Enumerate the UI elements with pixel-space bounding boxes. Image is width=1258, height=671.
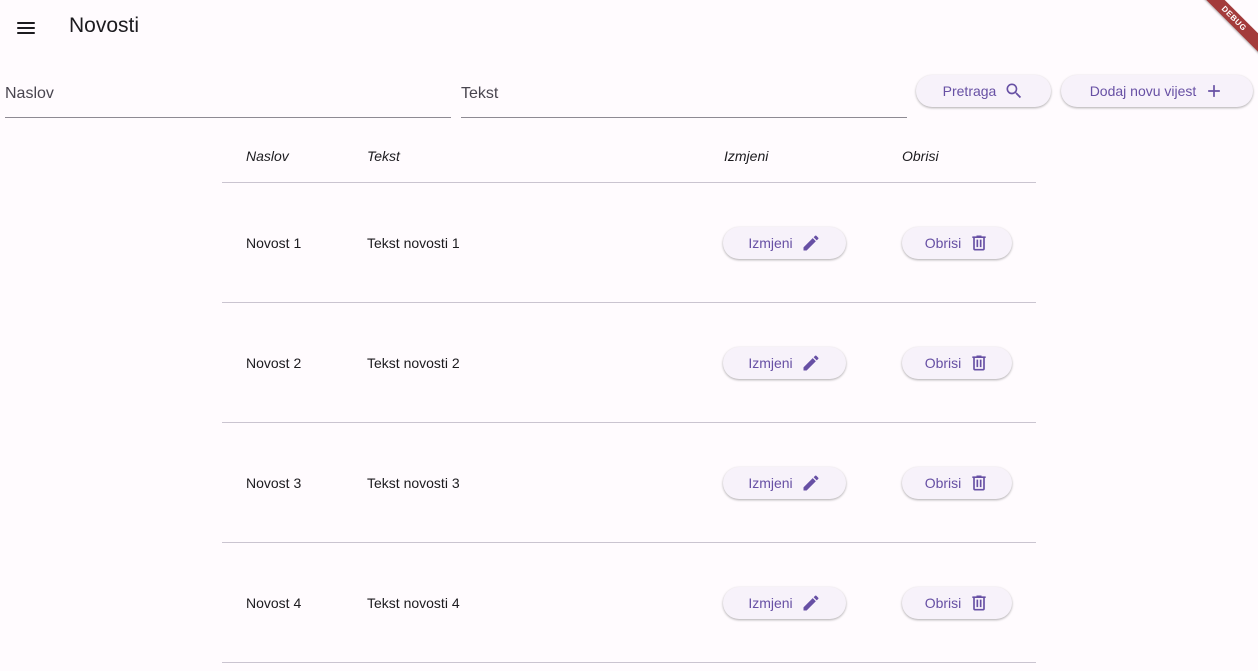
app-root: Novosti DEBUG Pretraga Dodaj novu vijest… bbox=[0, 0, 1258, 671]
add-news-button-label: Dodaj novu vijest bbox=[1089, 83, 1197, 99]
pencil-icon bbox=[803, 235, 819, 251]
delete-button-label: Obrisi bbox=[924, 355, 962, 371]
table-row: Novost 4 Tekst novosti 4 Izmjeni Obrisi bbox=[222, 543, 1036, 663]
add-news-button[interactable]: Dodaj novu vijest bbox=[1061, 75, 1253, 107]
search-button[interactable]: Pretraga bbox=[916, 75, 1051, 107]
edit-button[interactable]: Izmjeni bbox=[723, 587, 846, 619]
naslov-field[interactable] bbox=[5, 64, 451, 118]
delete-button-label: Obrisi bbox=[924, 475, 962, 491]
row-tekst: Tekst novosti 4 bbox=[367, 595, 460, 611]
delete-button[interactable]: Obrisi bbox=[902, 587, 1012, 619]
edit-button-label: Izmjeni bbox=[748, 235, 793, 251]
edit-button[interactable]: Izmjeni bbox=[723, 467, 846, 499]
header-obrisi: Obrisi bbox=[902, 148, 939, 164]
header-izmjeni: Izmjeni bbox=[724, 148, 769, 164]
tekst-input[interactable] bbox=[461, 64, 907, 117]
edit-button[interactable]: Izmjeni bbox=[723, 347, 846, 379]
naslov-input[interactable] bbox=[5, 64, 451, 117]
delete-button[interactable]: Obrisi bbox=[902, 227, 1012, 259]
row-naslov: Novost 3 bbox=[246, 475, 302, 491]
app-bar: Novosti bbox=[0, 0, 1258, 56]
delete-button-label: Obrisi bbox=[924, 235, 962, 251]
search-icon bbox=[1006, 83, 1022, 99]
table-header: Naslov Tekst Izmjeni Obrisi bbox=[222, 130, 1036, 183]
pencil-icon bbox=[803, 475, 819, 491]
header-tekst: Tekst bbox=[367, 148, 400, 164]
row-naslov: Novost 2 bbox=[246, 355, 302, 371]
delete-button[interactable]: Obrisi bbox=[902, 467, 1012, 499]
plus-icon bbox=[1208, 85, 1221, 97]
pencil-icon bbox=[803, 355, 819, 371]
page-title: Novosti bbox=[69, 14, 140, 37]
row-tekst: Tekst novosti 2 bbox=[367, 355, 460, 371]
header-naslov: Naslov bbox=[246, 148, 289, 164]
table-row: Novost 2 Tekst novosti 2 Izmjeni Obrisi bbox=[222, 303, 1036, 423]
news-table: Naslov Tekst Izmjeni Obrisi Novost 1 Tek… bbox=[222, 130, 1036, 663]
tekst-field[interactable] bbox=[461, 64, 907, 118]
edit-button-label: Izmjeni bbox=[748, 595, 793, 611]
row-naslov: Novost 1 bbox=[246, 235, 302, 251]
edit-button-label: Izmjeni bbox=[748, 355, 793, 371]
pencil-icon bbox=[803, 595, 819, 611]
table-row: Novost 3 Tekst novosti 3 Izmjeni Obrisi bbox=[222, 423, 1036, 543]
table-row: Novost 1 Tekst novosti 1 Izmjeni Obrisi bbox=[222, 183, 1036, 303]
delete-button[interactable]: Obrisi bbox=[902, 347, 1012, 379]
menu-icon bbox=[17, 22, 35, 34]
edit-button-label: Izmjeni bbox=[748, 475, 793, 491]
row-tekst: Tekst novosti 3 bbox=[367, 475, 460, 491]
trash-icon bbox=[972, 235, 986, 251]
trash-icon bbox=[972, 595, 986, 611]
row-tekst: Tekst novosti 1 bbox=[367, 235, 460, 251]
row-naslov: Novost 4 bbox=[246, 595, 302, 611]
search-button-label: Pretraga bbox=[942, 83, 997, 99]
trash-icon bbox=[972, 475, 986, 491]
menu-button[interactable] bbox=[4, 6, 48, 50]
trash-icon bbox=[972, 355, 986, 371]
delete-button-label: Obrisi bbox=[924, 595, 962, 611]
edit-button[interactable]: Izmjeni bbox=[723, 227, 846, 259]
